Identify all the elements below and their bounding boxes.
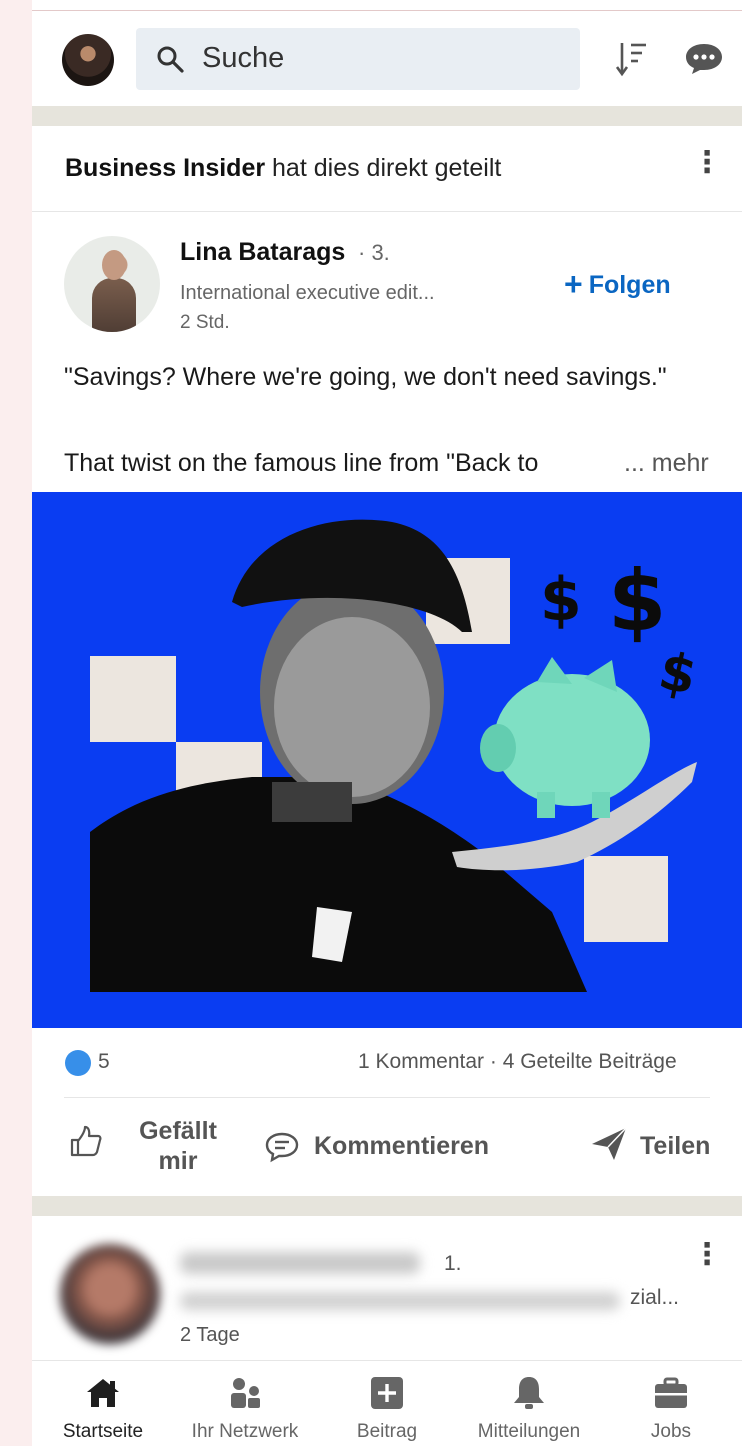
profile-avatar[interactable] — [62, 34, 114, 86]
more-options-icon[interactable]: ⋮ — [692, 148, 722, 178]
search-icon — [157, 46, 184, 73]
section-divider — [32, 106, 742, 126]
plus-icon: + — [564, 266, 583, 302]
post-text-line: That twist on the famous line from "Back… — [64, 449, 539, 477]
shared-by-suffix: hat dies direkt geteilt — [272, 154, 502, 182]
author-name[interactable]: Lina Batarags — [180, 238, 345, 267]
status-divider — [32, 10, 742, 11]
author-headline: International executive edit... — [180, 282, 435, 304]
reaction-count[interactable]: 5 — [98, 1050, 110, 1074]
search-placeholder: Suche — [202, 42, 285, 74]
sort-icon[interactable] — [616, 40, 648, 78]
next-post-timestamp: 2 Tage — [180, 1324, 240, 1346]
nav-notifications-label: Mitteilungen — [477, 1421, 581, 1442]
search-input[interactable]: Suche — [136, 28, 580, 90]
connection-degree: · 3. — [358, 240, 390, 265]
nav-post-label: Beitrag — [356, 1421, 418, 1442]
next-connection-degree: 1. — [444, 1252, 462, 1275]
post-timestamp: 2 Std. — [180, 312, 230, 333]
post-image[interactable]: $ $ $ — [32, 492, 742, 1028]
post-illustration: $ $ $ — [90, 519, 702, 992]
nav-home-label: Startseite — [62, 1421, 144, 1442]
comment-icon — [265, 1132, 299, 1163]
see-more-link[interactable]: ... mehr — [624, 449, 709, 478]
like-label-line1: Gefällt — [139, 1117, 217, 1145]
briefcase-icon — [655, 1377, 687, 1408]
shared-by-row: Business Insider hat dies direkt geteilt… — [32, 126, 742, 212]
share-button[interactable]: Teilen — [640, 1132, 710, 1161]
shared-by-text: Business Insider hat dies direkt geteilt — [65, 154, 501, 183]
more-options-icon[interactable]: ⋮ — [692, 1240, 722, 1270]
like-label-line2: mir — [158, 1147, 198, 1175]
counts-divider — [64, 1097, 710, 1098]
feed-screen: Suche Business Insider hat dies direkt g… — [32, 0, 742, 1446]
comment-button[interactable]: Kommentieren — [314, 1132, 489, 1161]
follow-button[interactable]: + Folgen — [564, 266, 671, 303]
comments-shares-count[interactable]: 1 Kommentar · 4 Geteilte Beiträge — [358, 1050, 677, 1074]
nav-network-label: Ihr Netzwerk — [191, 1421, 299, 1442]
next-author-name-blurred — [180, 1252, 420, 1274]
shared-by-source[interactable]: Business Insider — [65, 154, 265, 182]
people-icon — [231, 1378, 260, 1408]
nav-jobs-label: Jobs — [650, 1421, 692, 1442]
like-button[interactable]: Gefällt mir — [128, 1116, 228, 1176]
follow-label: Folgen — [588, 271, 671, 299]
author-avatar[interactable] — [64, 236, 160, 332]
nav-network[interactable]: Ihr Netzwerk — [174, 1361, 316, 1446]
like-reaction-icon — [65, 1050, 91, 1076]
nav-home[interactable]: Startseite — [32, 1361, 174, 1446]
bell-icon — [514, 1377, 544, 1409]
svg-text:$: $ — [608, 552, 666, 650]
top-bar: Suche — [32, 18, 742, 106]
nav-notifications[interactable]: Mitteilungen — [458, 1361, 600, 1446]
svg-text:$: $ — [540, 565, 582, 635]
next-author-avatar[interactable] — [60, 1244, 160, 1344]
post-text-line: "Savings? Where we're going, we don't ne… — [64, 363, 667, 391]
next-author-headline-blurred — [180, 1292, 620, 1310]
nav-jobs[interactable]: Jobs — [600, 1361, 742, 1446]
send-icon — [592, 1127, 627, 1160]
section-divider — [32, 1196, 742, 1216]
nav-post[interactable]: Beitrag — [316, 1361, 458, 1446]
add-post-icon — [371, 1377, 403, 1409]
messages-icon[interactable] — [684, 42, 724, 76]
thumbs-up-icon — [70, 1125, 102, 1157]
svg-text:$: $ — [654, 641, 702, 707]
next-author-headline-tail: zial... — [630, 1286, 680, 1309]
bottom-navigation: Startseite Ihr Netzwerk Beitrag Mitteilu… — [32, 1360, 742, 1446]
home-icon — [87, 1379, 119, 1407]
